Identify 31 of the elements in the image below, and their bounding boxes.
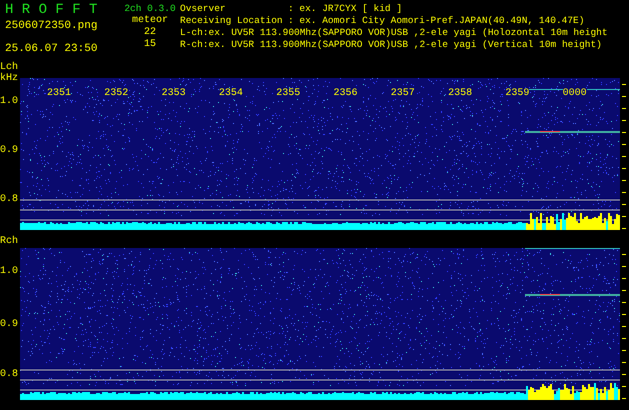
time-label: 2355 xyxy=(276,88,300,99)
axis-label: 0.9 xyxy=(0,145,20,157)
info-value: : ex. Aomori City Aomori-Pref.JAPAN(40.49N, 140.47E) xyxy=(288,15,584,27)
time-label: 2359 xyxy=(505,88,530,99)
axis-label: 1.0 xyxy=(0,266,20,278)
axis-label: 0.8 xyxy=(0,369,20,381)
info-label: Ovserver xyxy=(180,3,227,15)
time-label: 2356 xyxy=(333,88,358,99)
time-label: 2357 xyxy=(390,88,415,99)
date-time: 25.06.07 23:50 xyxy=(5,43,98,55)
lch-meteor-count: 22 xyxy=(144,27,156,39)
time-label: 2354 xyxy=(218,88,243,99)
axis-label: 0.8 xyxy=(0,194,20,206)
app-title: H R O F F T xyxy=(5,3,98,17)
time-label: 2358 xyxy=(448,88,472,99)
meteor-label: meteor xyxy=(132,15,168,27)
channel-info: R-ch:ex. UV5R 113.900Mhz(SAPPORO VOR)USB ,2-ele yagi (Vertical 10m height) xyxy=(180,39,603,51)
time-label: 2353 xyxy=(162,88,186,99)
info-label: Receiving Location xyxy=(180,15,284,27)
version-label: 2ch 0.3.0 xyxy=(124,3,176,15)
axis-label: 0.9 xyxy=(0,319,20,331)
rch-meteor-count: 15 xyxy=(144,39,156,51)
axis-label: 1.0 xyxy=(0,96,20,108)
time-label: 2351 xyxy=(47,88,72,99)
info-value: : ex. JR7CYX [ kid ] xyxy=(288,3,402,15)
file-name: 2506072350.png xyxy=(5,20,98,32)
unit-label: kHz xyxy=(0,74,20,84)
channel-label: Rch xyxy=(0,236,20,248)
time-label: 0000 xyxy=(562,88,587,99)
channel-label: Lch xyxy=(0,62,20,73)
channel-info: L-ch:ex. UV5R 113.900Mhz(SAPPORO VOR)USB ,2-ele yagi (Holozontal 10m height xyxy=(180,27,608,39)
